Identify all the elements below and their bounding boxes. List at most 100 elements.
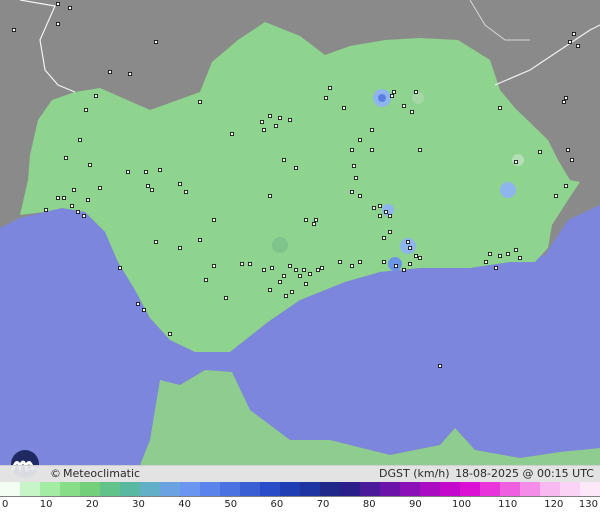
color-scale-swatch — [220, 482, 240, 496]
station-marker — [88, 163, 92, 167]
station-marker — [212, 264, 216, 268]
color-scale-tick: 40 — [178, 499, 191, 510]
station-marker — [402, 268, 406, 272]
station-marker — [498, 254, 502, 258]
color-scale-swatch — [280, 482, 300, 496]
station-marker — [260, 120, 264, 124]
station-marker — [494, 266, 498, 270]
station-marker — [484, 260, 488, 264]
station-marker — [390, 94, 394, 98]
station-marker — [352, 164, 356, 168]
station-marker — [62, 196, 66, 200]
station-marker — [394, 264, 398, 268]
station-marker — [262, 268, 266, 272]
station-marker — [204, 278, 208, 282]
station-marker — [268, 194, 272, 198]
color-scale-swatch — [480, 482, 500, 496]
station-marker — [294, 166, 298, 170]
station-marker — [230, 132, 234, 136]
station-marker — [302, 268, 306, 272]
station-marker — [406, 240, 410, 244]
station-marker — [284, 294, 288, 298]
color-scale-tick: 50 — [224, 499, 238, 510]
station-marker — [402, 104, 406, 108]
station-marker — [154, 240, 158, 244]
station-marker — [268, 288, 272, 292]
color-scale-swatch — [260, 482, 280, 496]
station-marker — [498, 106, 502, 110]
station-marker — [514, 160, 518, 164]
color-scale-tick: 70 — [316, 499, 330, 510]
station-marker — [564, 96, 568, 100]
station-marker — [126, 170, 130, 174]
color-scale-swatch — [340, 482, 360, 496]
station-marker — [372, 206, 376, 210]
station-marker — [178, 246, 182, 250]
color-scale-tick: 10 — [39, 499, 53, 510]
station-marker — [350, 148, 354, 152]
station-marker — [198, 100, 202, 104]
gust-patch — [272, 237, 288, 253]
station-marker — [370, 148, 374, 152]
station-marker — [278, 116, 282, 120]
station-marker — [514, 248, 518, 252]
station-marker — [82, 214, 86, 218]
color-scale-swatch — [560, 482, 580, 496]
station-marker — [488, 252, 492, 256]
color-scale-swatch — [200, 482, 220, 496]
color-scale-tick: 0 — [2, 499, 9, 510]
color-scale-swatch — [580, 482, 600, 496]
color-scale-swatch — [460, 482, 480, 496]
color-scale-tick: 80 — [362, 499, 376, 510]
station-marker — [378, 204, 382, 208]
station-marker — [378, 214, 382, 218]
station-marker — [274, 124, 278, 128]
station-marker — [438, 364, 442, 368]
station-marker — [358, 194, 362, 198]
color-scale-swatch — [40, 482, 60, 496]
station-marker — [224, 296, 228, 300]
station-marker — [290, 290, 294, 294]
station-marker — [154, 40, 158, 44]
station-marker — [288, 118, 292, 122]
station-marker — [312, 222, 316, 226]
station-marker — [118, 266, 122, 270]
color-scale-swatch — [0, 482, 20, 496]
color-scale-swatch — [520, 482, 540, 496]
color-scale-swatch — [420, 482, 440, 496]
station-marker — [86, 198, 90, 202]
timestamp: 18-08-2025 @ 00:15 UTC — [455, 467, 594, 480]
color-scale-swatch — [60, 482, 80, 496]
gust-patch — [382, 204, 394, 216]
gust-patch — [388, 257, 402, 271]
color-scale-swatch — [400, 482, 420, 496]
station-marker — [128, 72, 132, 76]
station-marker — [350, 264, 354, 268]
station-marker — [288, 264, 292, 268]
station-marker — [212, 218, 216, 222]
station-marker — [248, 262, 252, 266]
station-marker — [304, 282, 308, 286]
color-scale-swatch — [100, 482, 120, 496]
station-marker — [388, 230, 392, 234]
color-scale-swatch — [80, 482, 100, 496]
station-marker — [354, 176, 358, 180]
weather-map: © Meteoclimatic DGST (km/h) 18-08-2025 @ … — [0, 0, 600, 517]
station-marker — [308, 272, 312, 276]
map-info: DGST (km/h) 18-08-2025 @ 00:15 UTC — [377, 466, 594, 482]
station-marker — [358, 260, 362, 264]
station-marker — [566, 148, 570, 152]
color-scale-swatch — [140, 482, 160, 496]
variable-label: DGST (km/h) — [379, 467, 450, 480]
station-marker — [564, 184, 568, 188]
station-marker — [56, 22, 60, 26]
color-scale-tick: 110 — [498, 499, 518, 510]
gust-patch — [412, 92, 424, 104]
station-marker — [320, 266, 324, 270]
station-marker — [506, 252, 510, 256]
color-scale-swatch — [540, 482, 560, 496]
station-marker — [64, 156, 68, 160]
station-marker — [142, 308, 146, 312]
station-marker — [572, 32, 576, 36]
color-scale-tick: 90 — [409, 499, 422, 510]
